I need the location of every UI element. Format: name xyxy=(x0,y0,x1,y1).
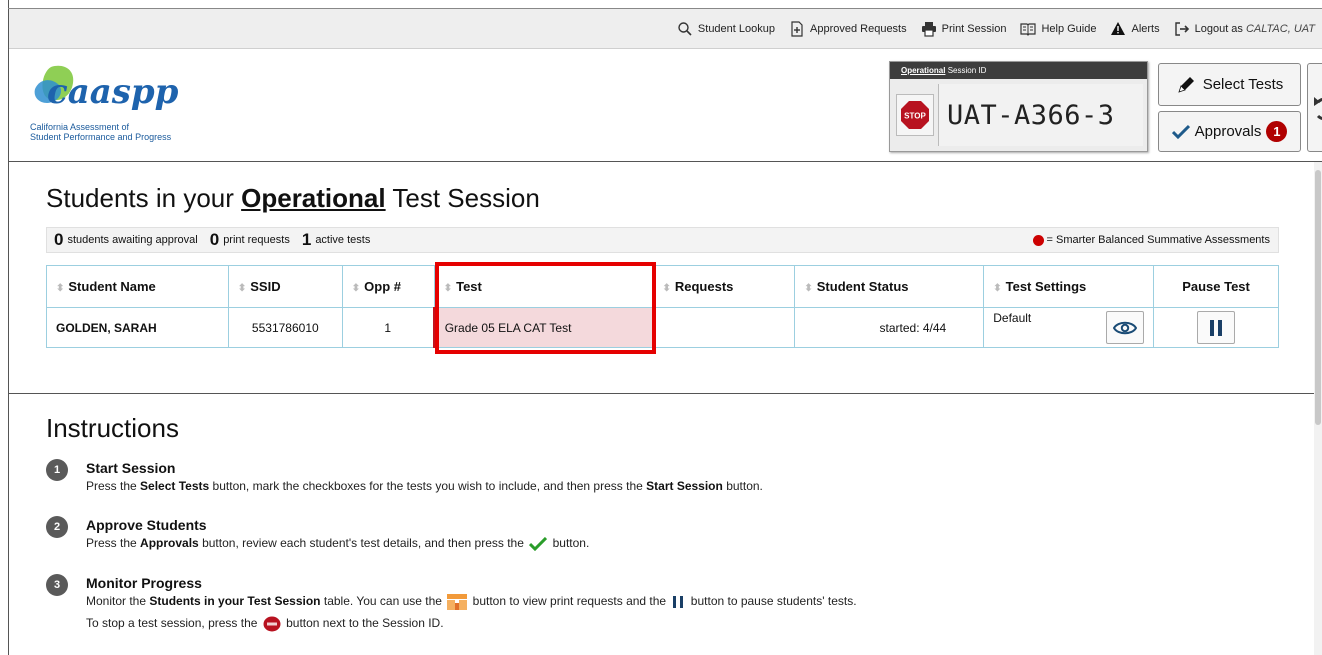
green-check-icon xyxy=(529,536,548,551)
step-description: Press the Approvals button, review each … xyxy=(86,536,590,551)
students-table: ⬍ Student Name ⬍ SSID ⬍ Opp # ⬍ Test ⬍ Reques… xyxy=(46,265,1279,348)
title-pre: Students in your xyxy=(46,183,234,213)
col-opp[interactable]: ⬍ Opp # xyxy=(341,265,435,308)
legend-label: = Smarter Balanced Summative Assessments xyxy=(1046,234,1270,246)
col-requests[interactable]: ⬍ Requests xyxy=(652,265,796,308)
logo-text: caaspp xyxy=(47,72,179,112)
students-section-title: Students in your Operational Test Sessio… xyxy=(46,183,540,214)
print-label: print requests xyxy=(223,234,290,246)
printer-icon xyxy=(921,21,937,37)
settings-value: Default xyxy=(993,311,1032,325)
help-guide-link[interactable]: Help Guide xyxy=(1013,9,1103,49)
caaspp-logo: caaspp xyxy=(29,59,229,159)
approvals-count-badge: 1 xyxy=(1266,121,1288,142)
step-stop-description: To stop a test session, press the button… xyxy=(86,616,444,632)
student-lookup-link[interactable]: Student Lookup xyxy=(670,9,782,49)
approvals-label: Approvals xyxy=(1194,123,1262,140)
checkmark-icon xyxy=(1171,124,1190,139)
stop-session-button[interactable]: STOP xyxy=(896,94,934,136)
print-session-label: Print Session xyxy=(941,23,1007,35)
student-name-cell: GOLDEN, SARAH xyxy=(46,307,229,348)
instructions-title: Instructions xyxy=(46,413,179,443)
eye-icon xyxy=(1113,321,1138,334)
step-number: 2 xyxy=(46,516,68,538)
col-test-settings[interactable]: ⬍ Test Settings xyxy=(983,265,1155,308)
pause-icon xyxy=(1210,319,1223,336)
search-icon xyxy=(677,21,693,37)
step-number: 1 xyxy=(46,459,68,481)
table-row: GOLDEN, SARAH 5531786010 1 Grade 05 ELA … xyxy=(46,307,1279,348)
alerts-link[interactable]: Alerts xyxy=(1103,9,1166,49)
page-header: caaspp California Assessment of Student … xyxy=(9,49,1322,162)
step-description: Press the Select Tests button, mark the … xyxy=(86,479,763,493)
view-settings-button[interactable] xyxy=(1106,311,1145,344)
book-icon xyxy=(1020,21,1037,37)
table-header-row: ⬍ Student Name ⬍ SSID ⬍ Opp # ⬍ Test ⬍ Reques… xyxy=(46,265,1279,308)
approved-requests-link[interactable]: Approved Requests xyxy=(782,9,914,49)
stop-sign-icon: STOP xyxy=(901,101,929,129)
pause-cell xyxy=(1153,307,1279,348)
session-type: Operational xyxy=(901,66,946,75)
settings-cell: Default xyxy=(983,307,1155,348)
student-lookup-label: Student Lookup xyxy=(697,23,775,35)
logout-icon xyxy=(1174,21,1190,37)
session-counts-bar: 0 students awaiting approval 0 print req… xyxy=(46,227,1279,253)
pencil-icon xyxy=(1178,76,1194,93)
logo-subtitle: California Assessment of Student Perform… xyxy=(30,122,171,142)
print-session-link[interactable]: Print Session xyxy=(914,9,1014,49)
session-id-label: Operational Session ID xyxy=(890,62,1147,79)
logo-subtitle-line1: California Assessment of xyxy=(30,122,130,132)
select-tests-button[interactable]: Select Tests xyxy=(1158,63,1301,106)
section-divider xyxy=(9,393,1314,394)
status-cell: started: 4/44 xyxy=(794,307,985,348)
approved-requests-label: Approved Requests xyxy=(810,23,907,35)
stop-text: STOP xyxy=(904,112,926,121)
title-post: Test Session xyxy=(392,183,540,213)
refresh-button[interactable] xyxy=(1307,63,1322,152)
top-bar: Student Lookup Approved Requests Print S… xyxy=(9,9,1322,49)
session-id-value: UAT-A366-3 xyxy=(938,84,1143,146)
step-heading: Monitor Progress xyxy=(86,575,202,591)
col-ssid[interactable]: ⬍ SSID xyxy=(227,265,343,308)
approvals-button[interactable]: Approvals 1 xyxy=(1158,111,1301,152)
print-request-icon xyxy=(447,594,468,610)
active-count: 1 xyxy=(301,230,312,249)
col-student-name[interactable]: ⬍ Student Name xyxy=(46,265,229,308)
logo-subtitle-line2: Student Performance and Progress xyxy=(30,132,172,142)
logout-link[interactable]: Logout as CALTAC, UAT xyxy=(1167,9,1322,49)
title-session-type: Operational xyxy=(241,183,386,213)
col-pause-test: Pause Test xyxy=(1153,265,1279,308)
pause-small-icon xyxy=(673,596,684,608)
stop-small-icon xyxy=(263,616,281,632)
session-id-panel: Operational Session ID STOP UAT-A366-3 xyxy=(889,61,1148,152)
print-count: 0 xyxy=(209,230,220,249)
step-description: Monitor the Students in your Test Sessio… xyxy=(86,594,857,610)
pause-test-button[interactable] xyxy=(1197,311,1236,344)
awaiting-count: 0 xyxy=(54,230,64,249)
opp-cell: 1 xyxy=(341,307,435,348)
requests-cell xyxy=(652,307,796,348)
help-guide-label: Help Guide xyxy=(1041,23,1097,35)
legend: = Smarter Balanced Summative Assessments xyxy=(1032,234,1270,246)
select-tests-label: Select Tests xyxy=(1202,76,1284,93)
top-nav: Student Lookup Approved Requests Print S… xyxy=(670,9,1322,49)
step-heading: Approve Students xyxy=(86,517,207,533)
active-label: active tests xyxy=(315,234,371,246)
warning-icon xyxy=(1110,21,1126,37)
col-student-status[interactable]: ⬍ Student Status xyxy=(794,265,985,308)
test-cell-highlight xyxy=(435,262,656,354)
ssid-cell: 5531786010 xyxy=(227,307,343,348)
logout-user: CALTAC, UAT xyxy=(1245,23,1315,35)
scrollbar-thumb[interactable] xyxy=(1315,170,1321,425)
step-number: 3 xyxy=(46,574,68,596)
sbsa-dot-icon xyxy=(1032,234,1044,246)
document-plus-icon xyxy=(789,21,805,37)
session-label-text: Session ID xyxy=(947,66,987,75)
refresh-icon xyxy=(1314,97,1322,121)
awaiting-label: students awaiting approval xyxy=(67,234,198,246)
logout-label: Logout as xyxy=(1194,23,1243,35)
step-heading: Start Session xyxy=(86,460,176,476)
alerts-label: Alerts xyxy=(1131,23,1160,35)
